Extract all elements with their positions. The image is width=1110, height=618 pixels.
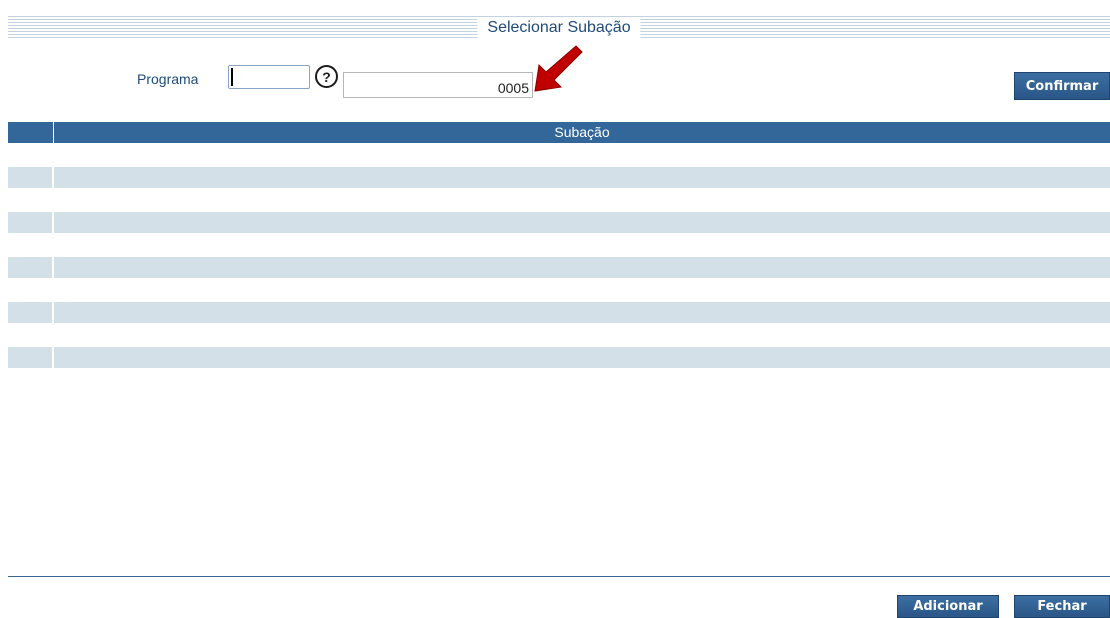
- table-row[interactable]: [8, 167, 1110, 188]
- text-caret: [231, 68, 233, 86]
- row-select-cell[interactable]: [8, 302, 54, 323]
- table-row[interactable]: [8, 257, 1110, 278]
- row-select-cell[interactable]: [8, 347, 54, 368]
- table-header: Subação: [8, 122, 1110, 143]
- subacao-column-header: Subação: [554, 124, 610, 140]
- row-subacao-cell: [54, 257, 1110, 278]
- add-button[interactable]: Adicionar: [897, 595, 999, 618]
- red-arrow-icon: [534, 45, 583, 92]
- table-row[interactable]: [8, 212, 1110, 233]
- confirm-button[interactable]: Confirmar: [1014, 72, 1110, 100]
- table-row[interactable]: [8, 347, 1110, 368]
- subacao-table: Subação: [8, 122, 1110, 368]
- row-subacao-cell: [54, 302, 1110, 323]
- row-subacao-cell: [54, 212, 1110, 233]
- programa-description-field: 0005: [343, 72, 533, 98]
- question-circle-icon[interactable]: ?: [315, 65, 338, 88]
- programa-code-input[interactable]: [228, 65, 310, 89]
- row-subacao-cell: [54, 167, 1110, 188]
- dialog-title-bar: Selecionar Subação: [8, 14, 1110, 44]
- programa-label: Programa: [137, 71, 199, 87]
- dialog-title: Selecionar Subação: [477, 17, 641, 39]
- select-column-header: [8, 122, 54, 143]
- row-subacao-cell: [54, 347, 1110, 368]
- footer-divider: [8, 576, 1110, 577]
- row-select-cell[interactable]: [8, 212, 54, 233]
- row-select-cell[interactable]: [8, 257, 54, 278]
- close-button[interactable]: Fechar: [1014, 595, 1110, 618]
- table-row[interactable]: [8, 302, 1110, 323]
- row-select-cell[interactable]: [8, 167, 54, 188]
